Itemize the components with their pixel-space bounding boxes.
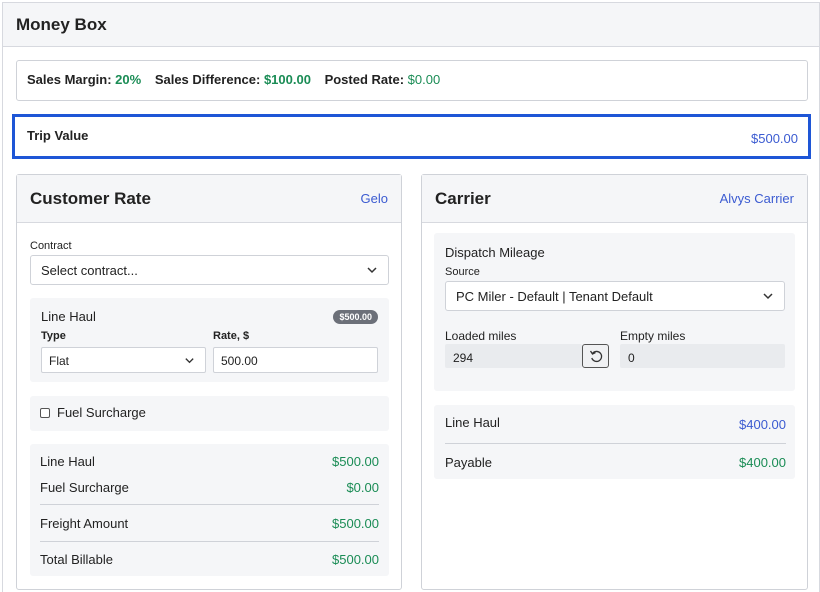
chevron-down-icon [367,267,377,274]
carrier-totals-panel: Line Haul $400.00 Payable $400.00 [434,405,795,479]
trip-value-amount: $500.00 [751,131,798,146]
sales-margin-value: 20% [115,72,142,87]
dispatch-mileage-title: Dispatch Mileage [445,245,545,260]
loaded-miles-input[interactable]: 294 [445,344,582,368]
chevron-down-icon [763,293,773,300]
trip-value-row[interactable]: Trip Value $500.00 [12,114,811,159]
divider [40,504,379,505]
trip-value-label: Trip Value [27,128,89,143]
sales-margin-label: Sales Margin: [27,72,112,87]
page-title: Money Box [16,15,107,34]
customer-rate-title: Customer Rate [30,188,151,208]
line-haul-panel: Line Haul $500.00 Type Rate, $ Flat 500.… [30,298,389,382]
freight-amount-label: Freight Amount [40,516,129,531]
payable-label: Payable [445,455,492,470]
list-item: Fuel Surcharge $0.00 [40,480,379,495]
customer-link[interactable]: Gelo [361,191,388,206]
list-item: Line Haul $500.00 [40,454,379,469]
contract-label: Contract [30,240,72,252]
source-select[interactable]: PC Miler - Default | Tenant Default [445,281,785,311]
source-select-value: PC Miler - Default | Tenant Default [456,289,653,304]
contract-select-value: Select contract... [41,263,138,278]
list-item: Freight Amount $500.00 [40,516,379,531]
dispatch-mileage-panel: Dispatch Mileage Source PC Miler - Defau… [434,233,795,391]
carrier-link[interactable]: Alvys Carrier [720,191,794,206]
fuel-surcharge-checkbox[interactable] [40,408,50,418]
total-line-haul-value: $500.00 [332,454,379,469]
carrier-line-haul-label: Line Haul [445,415,500,430]
freight-amount-value: $500.00 [332,516,379,531]
posted-rate-label: Posted Rate: [324,72,405,87]
carrier-header: Carrier Alvys Carrier [422,175,807,223]
total-billable-value: $500.00 [332,552,379,567]
customer-rate-card: Customer Rate Gelo Contract Select contr… [16,174,402,590]
carrier-line-haul-value: $400.00 [739,417,786,432]
sales-summary: Sales Margin: 20% Sales Difference: $100… [16,60,808,101]
empty-miles-label: Empty miles [620,329,686,343]
sales-difference-label: Sales Difference: [154,72,261,87]
list-item: Total Billable $500.00 [40,552,379,567]
list-item: Payable $400.00 [445,455,786,470]
reset-miles-button[interactable] [582,344,609,368]
total-fuel-surcharge-value: $0.00 [346,480,379,495]
posted-rate-value: $0.00 [407,72,441,87]
list-item: Line Haul $400.00 [445,415,786,432]
total-line-haul-label: Line Haul [40,454,95,469]
divider [40,541,379,542]
chevron-down-icon [185,358,194,364]
money-box-header: Money Box [3,3,819,47]
sales-difference-value: $100.00 [263,72,311,87]
carrier-title: Carrier [435,188,491,208]
total-billable-label: Total Billable [40,552,113,567]
total-fuel-surcharge-label: Fuel Surcharge [40,480,129,495]
undo-icon [589,350,603,363]
empty-miles-input[interactable]: 0 [620,344,785,368]
rate-label: Rate, $ [213,330,250,342]
customer-totals-panel: Line Haul $500.00 Fuel Surcharge $0.00 F… [30,444,389,576]
type-label: Type [41,330,66,342]
type-select-value: Flat [49,354,70,368]
loaded-miles-label: Loaded miles [445,329,517,343]
divider [445,443,786,444]
source-label: Source [445,266,480,278]
carrier-card: Carrier Alvys Carrier Dispatch Mileage S… [421,174,808,590]
line-haul-badge: $500.00 [333,310,378,324]
payable-value: $400.00 [739,455,786,470]
fuel-surcharge-panel: Fuel Surcharge [30,396,389,431]
fuel-surcharge-label: Fuel Surcharge [57,405,146,420]
rate-input[interactable]: 500.00 [213,347,378,373]
type-select[interactable]: Flat [41,347,206,373]
customer-rate-header: Customer Rate Gelo [17,175,401,223]
contract-select[interactable]: Select contract... [30,255,389,285]
line-haul-title: Line Haul [41,309,96,324]
